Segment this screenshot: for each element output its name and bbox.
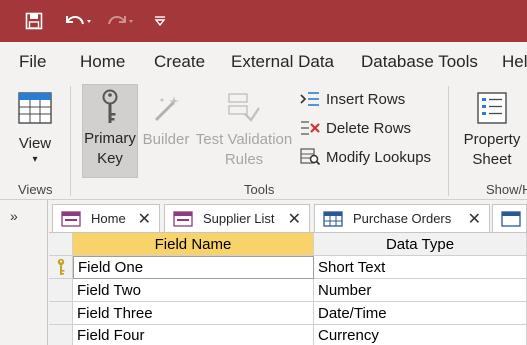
form-icon bbox=[61, 210, 81, 227]
property-sheet-icon bbox=[477, 92, 507, 124]
modify-lookups-label: Modify Lookups bbox=[326, 148, 432, 166]
view-label: View bbox=[18, 135, 52, 152]
table-icon bbox=[323, 210, 343, 227]
table-icon bbox=[501, 210, 521, 227]
show-hide-group-label: Show/H bbox=[486, 182, 527, 197]
navigation-pane: » bbox=[0, 200, 48, 345]
insert-rows-icon bbox=[300, 90, 320, 108]
form-icon bbox=[173, 210, 193, 227]
doc-tab-label: Supplier List bbox=[203, 211, 275, 226]
modify-lookups-icon bbox=[300, 148, 320, 166]
tab-database-tools[interactable]: Database Tools bbox=[361, 52, 478, 72]
data-type-cell[interactable]: Number bbox=[314, 279, 527, 302]
redo-icon bbox=[102, 7, 138, 35]
save-icon[interactable] bbox=[20, 7, 48, 35]
column-header-field-name: Field Name bbox=[73, 233, 314, 256]
nav-pane-toggle[interactable]: » bbox=[10, 208, 18, 224]
tools-group-label: Tools bbox=[244, 182, 275, 197]
undo-icon[interactable] bbox=[60, 7, 96, 35]
data-type-cell[interactable]: Currency bbox=[314, 325, 527, 345]
insert-rows-button[interactable]: Insert Rows bbox=[300, 90, 405, 108]
select-all-corner[interactable] bbox=[49, 233, 73, 256]
property-sheet-label-2: Sheet bbox=[472, 151, 512, 168]
validation-icon bbox=[227, 92, 261, 124]
group-separator bbox=[70, 86, 71, 196]
row-selector[interactable] bbox=[49, 325, 73, 345]
tab-external-data[interactable]: External Data bbox=[231, 52, 334, 72]
tab-create[interactable]: Create bbox=[154, 52, 205, 72]
builder-wand-icon bbox=[150, 92, 182, 124]
customize-qat-icon[interactable] bbox=[150, 7, 170, 35]
property-sheet-button[interactable]: Property Sheet bbox=[458, 88, 526, 176]
builder-button: Builder bbox=[140, 88, 192, 176]
row-selector[interactable] bbox=[49, 256, 73, 279]
primary-key-button[interactable]: Primary Key bbox=[82, 84, 138, 178]
doc-tab-label: Home bbox=[91, 211, 126, 226]
doc-tab-purchase-orders[interactable]: Purchase Orders ✕ bbox=[314, 204, 490, 232]
doc-tab-home[interactable]: Home ✕ bbox=[52, 204, 160, 232]
field-name-cell[interactable]: Field Four bbox=[73, 325, 314, 345]
tab-help[interactable]: Hel bbox=[502, 52, 527, 72]
data-type-cell[interactable]: Short Text bbox=[314, 256, 527, 279]
key-icon bbox=[100, 89, 120, 127]
views-group-label: Views bbox=[18, 182, 53, 197]
test-validation-label-1: Test Validation bbox=[195, 131, 293, 148]
close-icon[interactable]: ✕ bbox=[138, 209, 151, 229]
primary-key-icon bbox=[57, 258, 64, 275]
doc-tab-overflow[interactable] bbox=[492, 204, 527, 232]
modify-lookups-button[interactable]: Modify Lookups bbox=[300, 148, 431, 166]
insert-rows-label: Insert Rows bbox=[326, 90, 406, 108]
tab-file[interactable]: File bbox=[19, 52, 46, 72]
primary-key-label-1: Primary bbox=[84, 130, 136, 147]
ribbon-tab-bar: File Home Create External Data Database … bbox=[0, 42, 527, 82]
delete-rows-button[interactable]: Delete Rows bbox=[300, 119, 411, 137]
field-name-cell[interactable]: Field One bbox=[73, 256, 314, 279]
table-design-grid: Field Name Data Type Field One Short Tex… bbox=[49, 232, 527, 345]
view-icon bbox=[18, 92, 52, 124]
property-sheet-label-1: Property bbox=[463, 131, 521, 148]
test-validation-label-2: Rules bbox=[224, 151, 264, 168]
tab-home[interactable]: Home bbox=[80, 52, 125, 72]
column-header-data-type: Data Type bbox=[314, 233, 527, 256]
document-area: » Home ✕ Supplier List ✕ Purchase Orders… bbox=[0, 200, 527, 345]
ribbon: View ▾ Views Primary Key Builder Test Va… bbox=[0, 82, 527, 200]
delete-rows-label: Delete Rows bbox=[326, 119, 412, 137]
close-icon[interactable]: ✕ bbox=[468, 209, 481, 229]
chevron-down-icon: ▾ bbox=[32, 154, 38, 165]
doc-tab-supplier-list[interactable]: Supplier List ✕ bbox=[164, 204, 310, 232]
builder-label: Builder bbox=[142, 131, 190, 148]
doc-tab-label: Purchase Orders bbox=[353, 211, 452, 226]
field-name-cell[interactable]: Field Two bbox=[73, 279, 314, 302]
data-type-cell[interactable]: Date/Time bbox=[314, 302, 527, 325]
close-icon[interactable]: ✕ bbox=[288, 209, 301, 229]
row-selector[interactable] bbox=[49, 279, 73, 302]
test-validation-rules-button: Test Validation Rules bbox=[194, 88, 294, 176]
field-name-cell[interactable]: Field Three bbox=[73, 302, 314, 325]
delete-rows-icon bbox=[300, 119, 320, 137]
group-separator bbox=[448, 86, 449, 196]
row-selector[interactable] bbox=[49, 302, 73, 325]
view-button[interactable]: View ▾ bbox=[8, 88, 62, 176]
quick-access-toolbar bbox=[0, 0, 527, 42]
primary-key-label-2: Key bbox=[97, 150, 123, 167]
